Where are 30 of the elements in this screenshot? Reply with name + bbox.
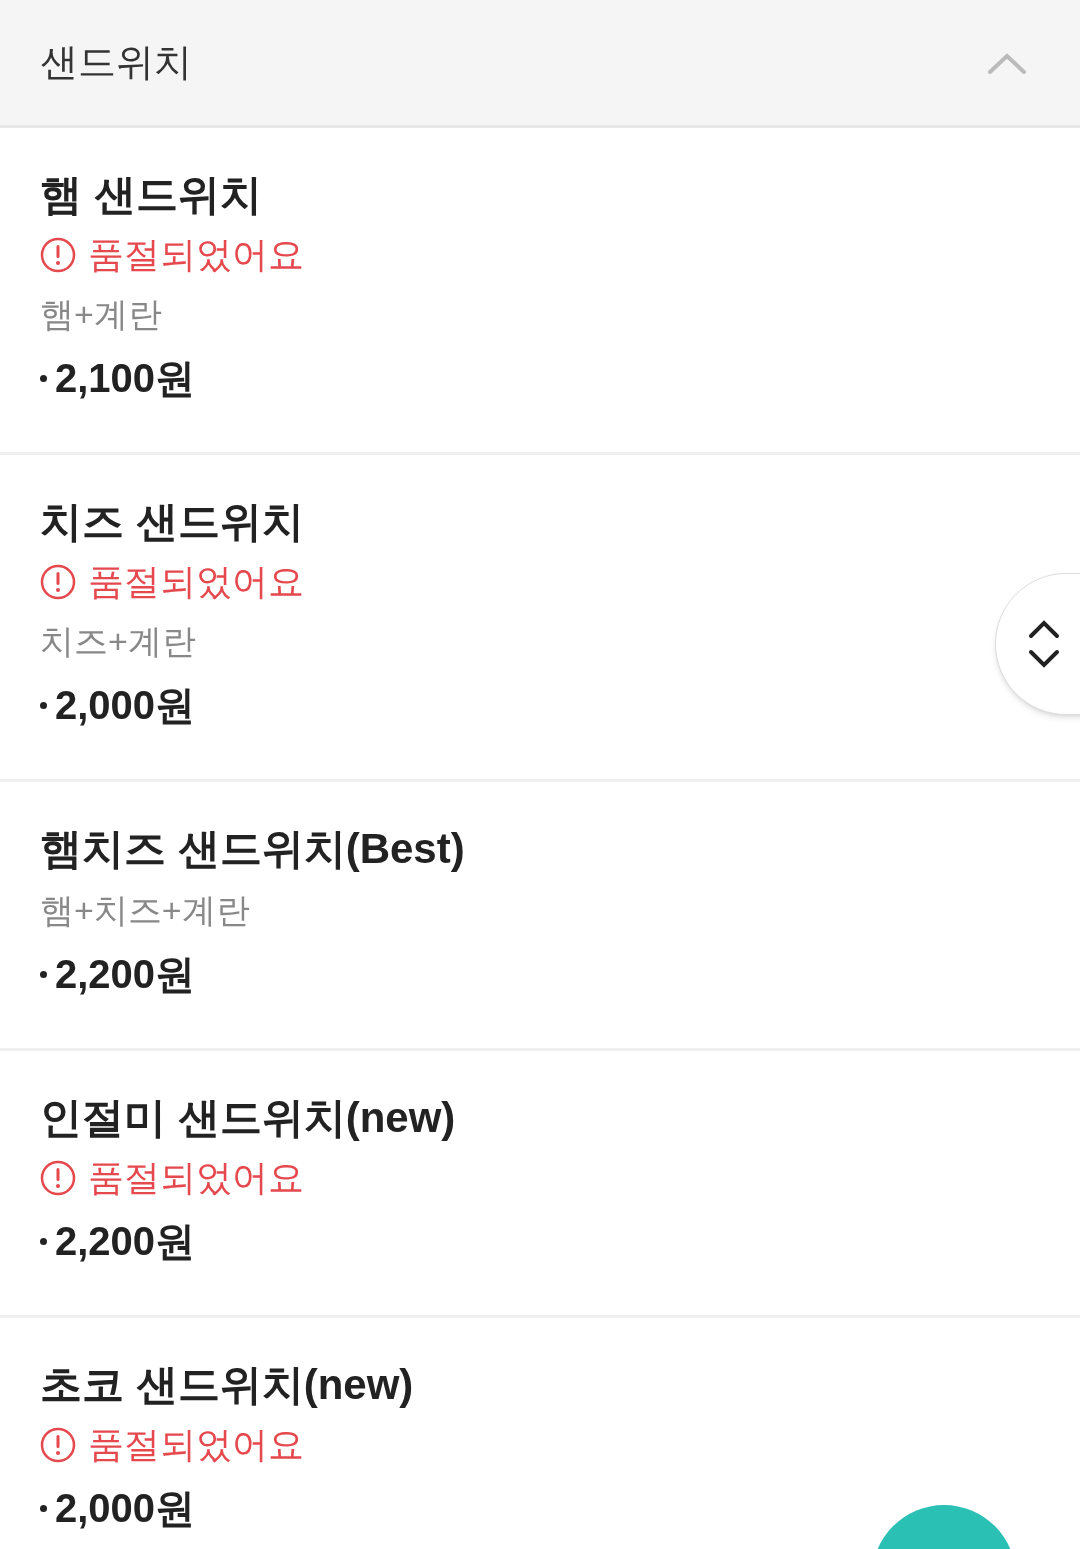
bullet-icon [40, 1237, 47, 1245]
item-price: 2,000원 [55, 682, 196, 729]
category-title: 샌드위치 [40, 40, 192, 85]
bullet-icon [40, 970, 47, 978]
item-description: 햄+계란 [40, 294, 163, 335]
exclamation-circle-icon [40, 237, 76, 273]
up-down-chevron-icon [1028, 619, 1060, 669]
sold-out-notice: 품절되었어요 [88, 1423, 304, 1467]
bullet-icon [40, 374, 47, 382]
sold-out-notice: 품절되었어요 [88, 1156, 304, 1200]
item-price: 2,100원 [55, 355, 196, 402]
chevron-up-icon [988, 51, 1026, 74]
exclamation-circle-icon [40, 1427, 76, 1463]
item-description: 치즈+계란 [40, 621, 197, 662]
sold-out-notice: 품절되었어요 [88, 560, 304, 604]
sold-out-notice: 품절되었어요 [88, 233, 304, 277]
item-name: 치즈 샌드위치 [40, 497, 305, 547]
item-name: 햄치즈 샌드위치(Best) [40, 824, 466, 874]
item-description: 햄+치즈+계란 [40, 890, 251, 931]
item-price: 2,000원 [55, 1485, 196, 1532]
item-name: 초코 샌드위치(new) [40, 1360, 415, 1410]
item-price: 2,200원 [55, 951, 196, 998]
exclamation-circle-icon [40, 1160, 76, 1196]
item-price: 2,200원 [55, 1218, 196, 1265]
bullet-icon [40, 701, 47, 709]
item-name: 햄 샌드위치 [40, 170, 263, 220]
exclamation-circle-icon [40, 564, 76, 600]
category-header[interactable]: 샌드위치 [0, 0, 1080, 128]
item-name: 인절미 샌드위치(new) [40, 1093, 457, 1143]
bullet-icon [40, 1504, 47, 1512]
